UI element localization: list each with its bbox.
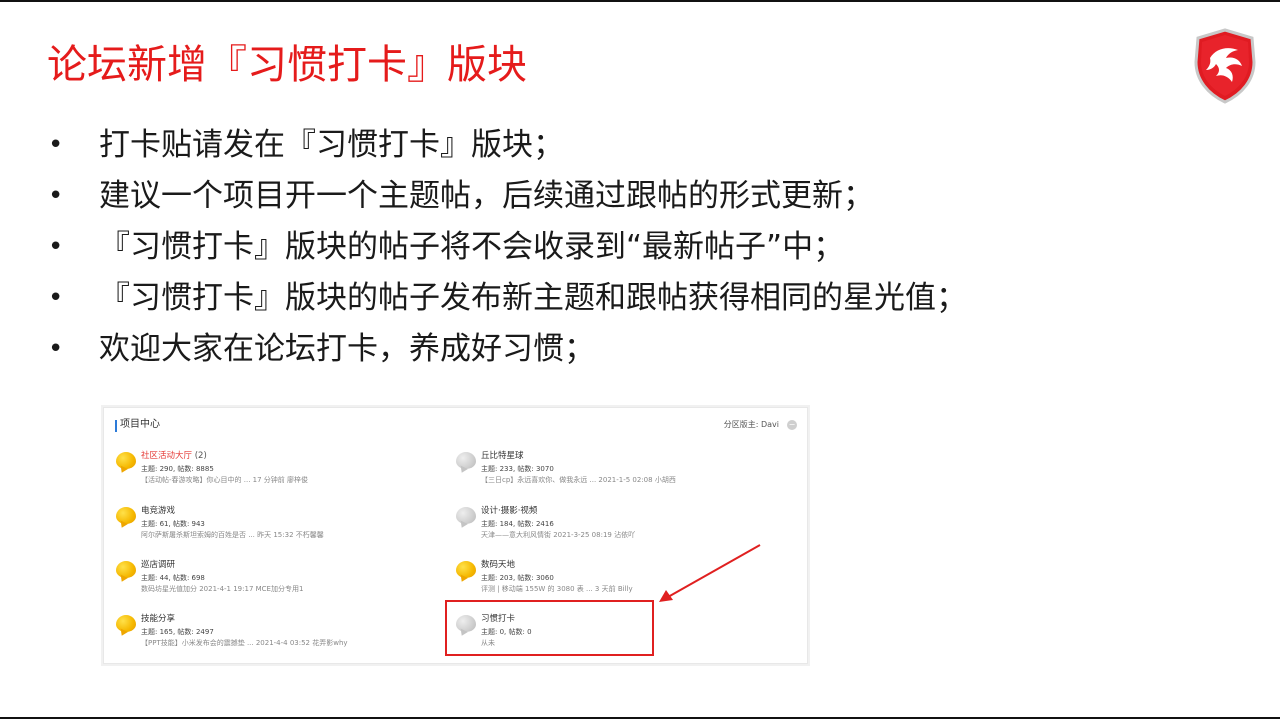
forum-item[interactable]: 巡店调研 主题: 44, 帖数: 698 数码坊星光值加分 2021-4-1 1…: [106, 554, 426, 604]
forum-stats: 主题: 203, 帖数: 3060: [481, 574, 554, 582]
bullet-item: • 建议一个项目开一个主题帖，后续通过跟帖的形式更新；: [48, 171, 967, 222]
forum-stats: 主题: 184, 帖数: 2416: [481, 520, 554, 528]
bullet-dot: •: [48, 283, 64, 313]
speech-bubble-icon: [116, 507, 136, 524]
bullet-item: • 『习惯打卡』版块的帖子将不会收录到“最新帖子”中；: [48, 222, 967, 273]
speech-bubble-icon: [456, 452, 476, 469]
forum-stats: 主题: 165, 帖数: 2497: [141, 628, 214, 636]
slide-title: 论坛新增『习惯打卡』版块: [47, 42, 527, 88]
forum-name[interactable]: 电竞游戏: [141, 505, 175, 517]
forum-item[interactable]: 技能分享 主题: 165, 帖数: 2497 【PPT技能】小米发布会的震撼垫 …: [106, 608, 426, 658]
slide-top-border: [0, 0, 1280, 2]
forum-item[interactable]: 社区活动大厅 (2) 主题: 290, 帖数: 8885 【活动帖-春游攻略】你…: [106, 445, 426, 495]
panel-accent-bar: [115, 420, 117, 432]
forum-name[interactable]: 设计·摄影·视频: [481, 505, 537, 517]
forum-name[interactable]: 技能分享: [141, 613, 175, 625]
bullet-dot: •: [48, 130, 64, 160]
forum-latest-post[interactable]: 天津——意大利风情街 2021-3-25 08:19 沾依吖: [481, 530, 635, 540]
panel-title[interactable]: 项目中心: [120, 418, 160, 432]
forum-latest-post[interactable]: 【活动帖-春游攻略】你心目中的 ... 17 分钟前 廖梓俊: [141, 475, 308, 485]
forum-item[interactable]: 电竞游戏 主题: 61, 帖数: 943 阿尔萨斯屠杀斯坦索姆的百姓是否 ...…: [106, 500, 426, 550]
speech-bubble-icon: [116, 452, 136, 469]
bullet-text: 欢迎大家在论坛打卡，养成好习惯；: [99, 331, 595, 367]
bullet-text: 建议一个项目开一个主题帖，后续通过跟帖的形式更新；: [99, 178, 874, 214]
forum-latest-post[interactable]: 阿尔萨斯屠杀斯坦索姆的百姓是否 ... 昨天 15:32 不朽馨馨: [141, 530, 324, 540]
bullet-dot: •: [48, 232, 64, 262]
bullet-item: • 『习惯打卡』版块的帖子发布新主题和跟帖获得相同的星光值；: [48, 273, 967, 324]
forum-new-count: (2): [194, 451, 207, 461]
msi-dragon-shield-icon: [1192, 28, 1258, 104]
bullet-text: 打卡贴请发在『习惯打卡』版块；: [99, 127, 564, 163]
panel-header: 项目中心 分区版主: Davi −: [104, 408, 807, 440]
forum-name[interactable]: 数码天地: [481, 559, 515, 571]
forum-name[interactable]: 丘比特星球: [481, 450, 524, 462]
speech-bubble-icon: [456, 561, 476, 578]
speech-bubble-icon: [116, 615, 136, 632]
moderator-label[interactable]: 分区版主: Davi: [724, 419, 779, 431]
bullet-text: 『习惯打卡』版块的帖子发布新主题和跟帖获得相同的星光值；: [99, 280, 967, 316]
forum-item[interactable]: 丘比特星球 主题: 233, 帖数: 3070 【三日cp】永远喜欢你、做我永远…: [446, 445, 766, 495]
bullet-item: • 打卡贴请发在『习惯打卡』版块；: [48, 120, 967, 171]
bullet-list: • 打卡贴请发在『习惯打卡』版块； • 建议一个项目开一个主题帖，后续通过跟帖的形式…: [48, 120, 967, 375]
highlight-box: [445, 600, 654, 656]
collapse-circle-icon[interactable]: −: [787, 420, 797, 430]
forum-stats: 主题: 44, 帖数: 698: [141, 574, 205, 582]
forum-latest-post[interactable]: 评测 | 移动端 155W 的 3080 表 ... 3 天前 Billy: [481, 584, 633, 594]
forum-stats: 主题: 61, 帖数: 943: [141, 520, 205, 528]
bullet-item: • 欢迎大家在论坛打卡，养成好习惯；: [48, 324, 967, 375]
forum-latest-post[interactable]: 数码坊星光值加分 2021-4-1 19:17 MCE加分专用1: [141, 584, 303, 594]
speech-bubble-icon: [116, 561, 136, 578]
forum-latest-post[interactable]: 【PPT技能】小米发布会的震撼垫 ... 2021-4-4 03:52 花弄影w…: [141, 638, 348, 648]
forum-name[interactable]: 巡店调研: [141, 559, 175, 571]
bullet-dot: •: [48, 334, 64, 364]
forum-name[interactable]: 社区活动大厅 (2): [141, 450, 207, 462]
forum-stats: 主题: 290, 帖数: 8885: [141, 465, 214, 473]
bullet-text: 『习惯打卡』版块的帖子将不会收录到“最新帖子”中；: [99, 229, 845, 265]
forum-item[interactable]: 数码天地 主题: 203, 帖数: 3060 评测 | 移动端 155W 的 3…: [446, 554, 766, 604]
forum-item[interactable]: 设计·摄影·视频 主题: 184, 帖数: 2416 天津——意大利风情街 20…: [446, 500, 766, 550]
forum-stats: 主题: 233, 帖数: 3070: [481, 465, 554, 473]
forum-latest-post[interactable]: 【三日cp】永远喜欢你、做我永远 ... 2021-1-5 02:08 小胡西: [481, 475, 676, 485]
bullet-dot: •: [48, 181, 64, 211]
speech-bubble-icon: [456, 507, 476, 524]
slide-bottom-border: [0, 717, 1280, 719]
